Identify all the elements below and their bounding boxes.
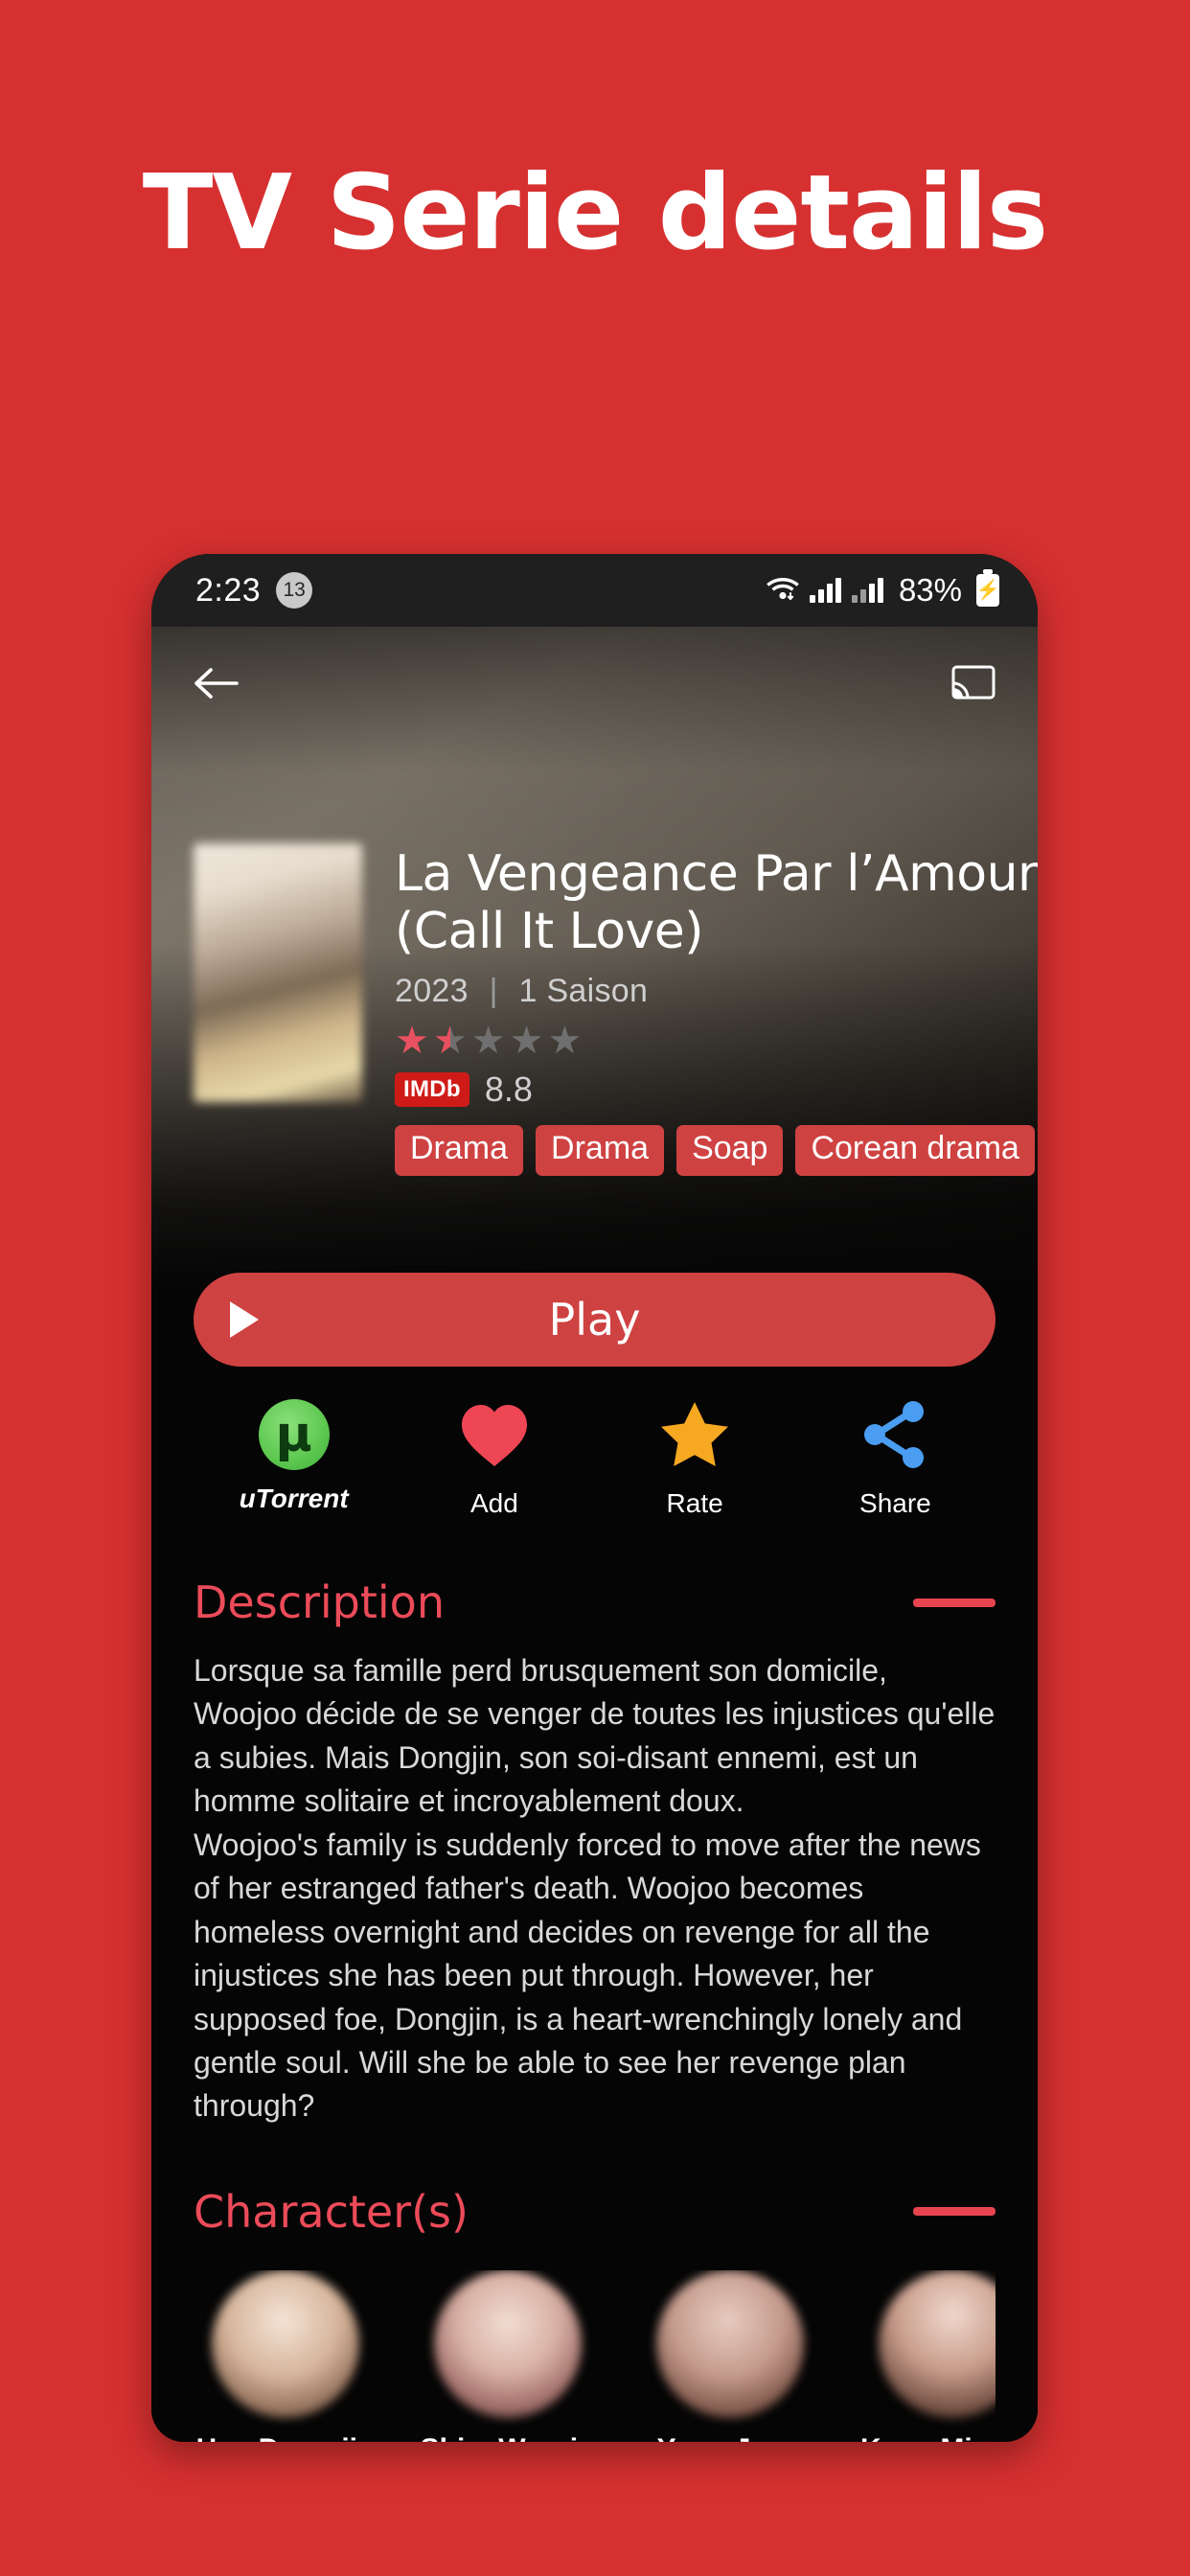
imdb-rating-row: IMDb 8.8	[395, 1070, 1038, 1110]
status-time: 2:23	[195, 571, 262, 609]
battery-charging-icon: ⚡	[976, 569, 999, 607]
detail-content: Play μ uTorrent Add Rate Share Descripti…	[151, 1273, 1038, 2442]
play-button[interactable]: Play	[194, 1273, 995, 1367]
promo-page: TV Serie details 2:23 13 83% ⚡ La Vengea…	[0, 0, 1190, 2576]
back-arrow-icon[interactable]	[194, 665, 241, 702]
chromecast-icon[interactable]	[951, 664, 995, 702]
description-body: Lorsque sa famille perd brusquement son …	[194, 1649, 995, 2128]
show-subtitle: 2023 | 1 Saison	[395, 973, 1038, 1010]
avatar	[656, 2269, 804, 2418]
heart-icon	[458, 1399, 531, 1475]
hero-banner: La Vengeance Par l’Amour (Call It Love) …	[151, 627, 1038, 1288]
action-add[interactable]: Add	[394, 1399, 594, 1519]
action-label: uTorrent	[239, 1484, 349, 1513]
action-row: μ uTorrent Add Rate Share	[194, 1399, 995, 1519]
list-item[interactable]: Han Dong-jin Kim Young-kwang	[194, 2269, 378, 2442]
signal-icon-sim1	[809, 578, 841, 603]
character-name: Shim Woo-ju	[416, 2433, 600, 2442]
section-dash-icon	[913, 1598, 995, 1607]
characters-section-header: Character(s)	[194, 2186, 995, 2238]
action-share[interactable]: Share	[795, 1399, 995, 1519]
action-label: Add	[469, 1488, 518, 1518]
description-paragraph-fr: Lorsque sa famille perd brusquement son …	[194, 1653, 995, 1819]
description-title: Description	[194, 1576, 445, 1628]
show-title: La Vengeance Par l’Amour (Call It Love)	[395, 845, 1038, 961]
play-button-label: Play	[548, 1294, 641, 1346]
app-top-bar	[151, 627, 1038, 740]
avatar	[879, 2269, 995, 2418]
genre-chip[interactable]: Drama	[536, 1124, 665, 1176]
imdb-badge: IMDb	[395, 1071, 469, 1107]
genre-chip[interactable]: Soap	[676, 1124, 784, 1176]
wifi-icon	[767, 575, 799, 607]
star-icon	[657, 1399, 732, 1475]
phone-screen: 2:23 13 83% ⚡ La Vengeance Par l’Amour (…	[151, 554, 1038, 2442]
character-name: Kang Min-young	[860, 2433, 995, 2442]
hero-content: La Vengeance Par l’Amour (Call It Love) …	[194, 843, 1038, 1176]
battery-percent: 83%	[898, 572, 962, 608]
avatar	[434, 2269, 582, 2418]
hero-meta: La Vengeance Par l’Amour (Call It Love) …	[395, 843, 1038, 1176]
description-paragraph-en: Woojoo's family is suddenly forced to mo…	[194, 1827, 981, 2124]
characters-title: Character(s)	[194, 2185, 469, 2238]
genre-chip[interactable]: Corean drama	[795, 1124, 1035, 1176]
list-item[interactable]: Yoon Joon Sung Joon	[638, 2269, 822, 2442]
show-year: 2023	[395, 972, 469, 1009]
character-name: Han Dong-jin	[194, 2433, 378, 2442]
status-bar-right: 83% ⚡	[767, 569, 999, 609]
imdb-score: 8.8	[484, 1069, 533, 1109]
poster-image	[194, 843, 362, 1102]
utorrent-icon: μ	[258, 1399, 330, 1470]
avatar	[212, 2269, 359, 2418]
genre-chip-list: Drama Drama Soap Corean drama	[395, 1124, 1038, 1176]
phone-mockup: 2:23 13 83% ⚡ La Vengeance Par l’Amour (…	[151, 554, 1038, 2442]
action-label: Rate	[666, 1488, 723, 1518]
star-icon-2: ★	[432, 1019, 468, 1062]
status-bar-left: 2:23 13	[195, 571, 313, 610]
character-name: Yoon Joon	[638, 2433, 822, 2442]
page-title: TV Serie details	[142, 153, 1048, 273]
status-bar: 2:23 13 83% ⚡	[151, 554, 1038, 627]
section-dash-icon	[913, 2207, 995, 2217]
star-icon-5: ★	[547, 1019, 583, 1062]
star-icon-3: ★	[470, 1019, 506, 1062]
share-icon	[859, 1399, 930, 1475]
description-section-header: Description	[194, 1576, 995, 1628]
list-item[interactable]: Shim Woo-ju Lee Sung-kyoung	[416, 2269, 600, 2442]
action-label: Share	[859, 1488, 931, 1518]
genre-chip[interactable]: Drama	[395, 1124, 524, 1176]
star-icon-1: ★	[395, 1019, 429, 1062]
notification-count-badge: 13	[276, 572, 313, 609]
action-utorrent[interactable]: μ uTorrent	[194, 1399, 394, 1519]
action-rate[interactable]: Rate	[595, 1399, 795, 1519]
signal-icon-sim2	[851, 578, 883, 603]
star-icon-4: ★	[509, 1019, 544, 1062]
rating-stars[interactable]: ★ ★ ★ ★ ★	[395, 1022, 1038, 1060]
play-triangle-icon	[230, 1301, 259, 1338]
cast-list[interactable]: Han Dong-jin Kim Young-kwang Shim Woo-ju…	[194, 2269, 995, 2442]
meta-divider: |	[489, 972, 498, 1009]
show-seasons: 1 Saison	[518, 972, 649, 1009]
list-item[interactable]: Kang Min-young Hani	[860, 2269, 995, 2442]
